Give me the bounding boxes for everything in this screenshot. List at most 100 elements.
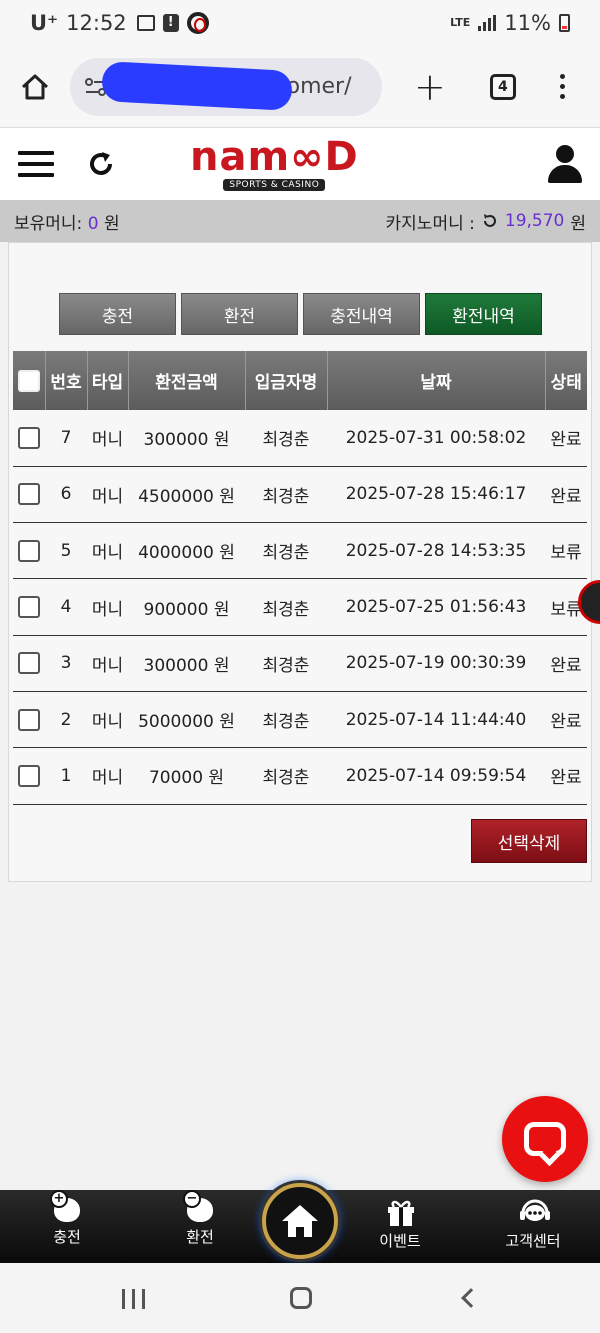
tab-withdraw-history[interactable]: 환전내역 [425,293,542,335]
tab-bar: 충전 환전 충전내역 환전내역 [59,293,542,335]
chat-bubble-icon [524,1122,566,1156]
nav-event-label: 이벤트 [379,1232,421,1250]
table-row: 2 머니 5000000 원 최경춘 2025-07-14 11:44:40 완… [13,691,587,748]
live-chat-button[interactable] [502,1096,588,1182]
casino-refresh-icon[interactable] [481,212,499,230]
notification-icons: ! [136,12,209,34]
row-status: 보류 [550,543,582,564]
casino-money: 카지노머니 : 19,570 원 [386,209,586,234]
casino-money-value: 19,570 [504,211,565,231]
row-depositor: 최경춘 [262,655,310,676]
header-date: 날짜 [327,351,546,410]
row-depositor: 최경춘 [262,430,310,451]
signal-icon [478,15,497,31]
header-status: 상태 [550,373,582,393]
row-amount: 300000 원 [143,430,230,451]
table-row: 4 머니 900000 원 최경춘 2025-07-25 01:56:43 보류 [13,579,587,636]
row-number: 3 [60,653,72,674]
tab-count-button[interactable]: 4 [489,73,516,100]
row-type: 머니 [91,712,124,733]
row-status: 완료 [550,486,582,507]
row-type: 머니 [91,768,124,789]
row-type: 머니 [91,655,124,676]
row-depositor: 최경춘 [262,486,310,507]
row-checkbox[interactable] [18,426,40,449]
status-bar: U⁺ 12:52 ! LTE 11% [0,0,600,46]
tab-deposit-history[interactable]: 충전내역 [303,293,420,335]
table-row: 6 머니 4500000 원 최경춘 2025-07-28 15:46:17 완… [13,466,587,523]
tab-deposit[interactable]: 충전 [59,293,176,335]
holding-money-label: 보유머니: [14,213,83,234]
row-amount: 4000000 원 [138,543,235,564]
gift-icon [386,1198,414,1226]
row-date: 2025-07-19 00:30:39 [345,653,527,674]
nav-support[interactable]: 고객센터 [483,1198,583,1251]
nav-deposit[interactable]: 충전 [17,1190,117,1247]
nav-support-label: 고객센터 [505,1232,561,1250]
user-icon[interactable] [548,145,582,183]
row-amount: 70000 원 [148,768,225,789]
row-amount: 5000000 원 [138,712,235,733]
row-number: 5 [60,540,72,561]
row-checkbox[interactable] [18,539,40,562]
image-notification-icon [136,15,155,31]
row-checkbox[interactable] [18,764,40,787]
home-button[interactable] [262,1183,338,1259]
row-amount: 4500000 원 [138,486,235,507]
row-checkbox[interactable] [18,483,40,506]
money-bar: 보유머니: 0 원 카지노머니 : 19,570 원 [0,200,600,242]
system-indicators: LTE 11% [450,11,570,35]
row-number: 7 [60,427,72,448]
row-checkbox[interactable] [18,596,40,619]
row-depositor: 최경춘 [262,768,310,789]
header-number: 번호 [45,351,88,410]
row-date: 2025-07-25 01:56:43 [345,597,527,618]
tab-withdraw[interactable]: 환전 [181,293,298,335]
back-icon[interactable] [461,1288,481,1308]
site-logo[interactable]: nam∞D SPORTS & CASINO [190,137,359,191]
row-date: 2025-07-28 14:53:35 [345,540,527,561]
refresh-icon[interactable] [86,149,116,179]
row-number: 2 [60,709,72,730]
row-type: 머니 [91,430,124,451]
battery-icon [559,14,570,32]
row-date: 2025-07-14 11:44:40 [345,709,527,730]
new-tab-icon[interactable]: + [414,68,446,106]
row-checkbox[interactable] [18,708,40,731]
recent-apps-icon[interactable] [122,1289,145,1309]
browser-menu-icon[interactable] [559,74,565,99]
row-status: 완료 [550,768,582,789]
row-status: 완료 [550,655,582,676]
table-row: 3 머니 300000 원 최경춘 2025-07-19 00:30:39 완료 [13,635,587,692]
select-all-checkbox[interactable] [17,369,40,392]
address-bar[interactable]: tomer/ [70,57,382,116]
site-header: nam∞D SPORTS & CASINO [0,128,600,200]
alert-notification-icon: ! [162,14,179,32]
nav-event[interactable]: 이벤트 [350,1198,450,1251]
casino-money-unit: 원 [570,213,586,234]
row-date: 2025-07-31 00:58:02 [345,427,527,448]
redaction-mark [101,60,293,111]
select-all-cell [13,351,46,410]
clock: 12:52 [66,11,127,35]
row-number: 4 [60,597,72,618]
row-checkbox[interactable] [18,652,40,675]
system-home-icon[interactable] [290,1287,312,1309]
piggy-plus-icon [50,1190,80,1222]
row-type: 머니 [91,599,124,620]
withdrawal-table: 번호 타입 환전금액 입금자명 날짜 상태 7 머니 300000 원 최경춘 … [13,351,587,805]
nav-withdraw[interactable]: 환전 [150,1190,250,1247]
hamburger-menu-icon[interactable] [18,151,54,177]
row-status: 완료 [550,712,582,733]
browser-home-icon[interactable] [18,70,52,104]
withdrawal-history-panel: 충전 환전 충전내역 환전내역 번호 타입 환전금액 입금자명 날짜 상태 7 … [8,242,592,882]
table-row: 1 머니 70000 원 최경춘 2025-07-14 09:59:54 완료 [13,748,587,805]
holding-money-unit: 원 [103,213,120,234]
header-amount: 환전금액 [128,351,246,410]
header-depositor: 입금자명 [245,351,328,410]
row-depositor: 최경춘 [262,543,310,564]
logo-subtitle: SPORTS & CASINO [223,179,326,191]
delete-selected-button[interactable]: 선택삭제 [471,819,587,863]
carrier-label: U⁺ [30,11,59,35]
row-amount: 900000 원 [143,599,230,620]
